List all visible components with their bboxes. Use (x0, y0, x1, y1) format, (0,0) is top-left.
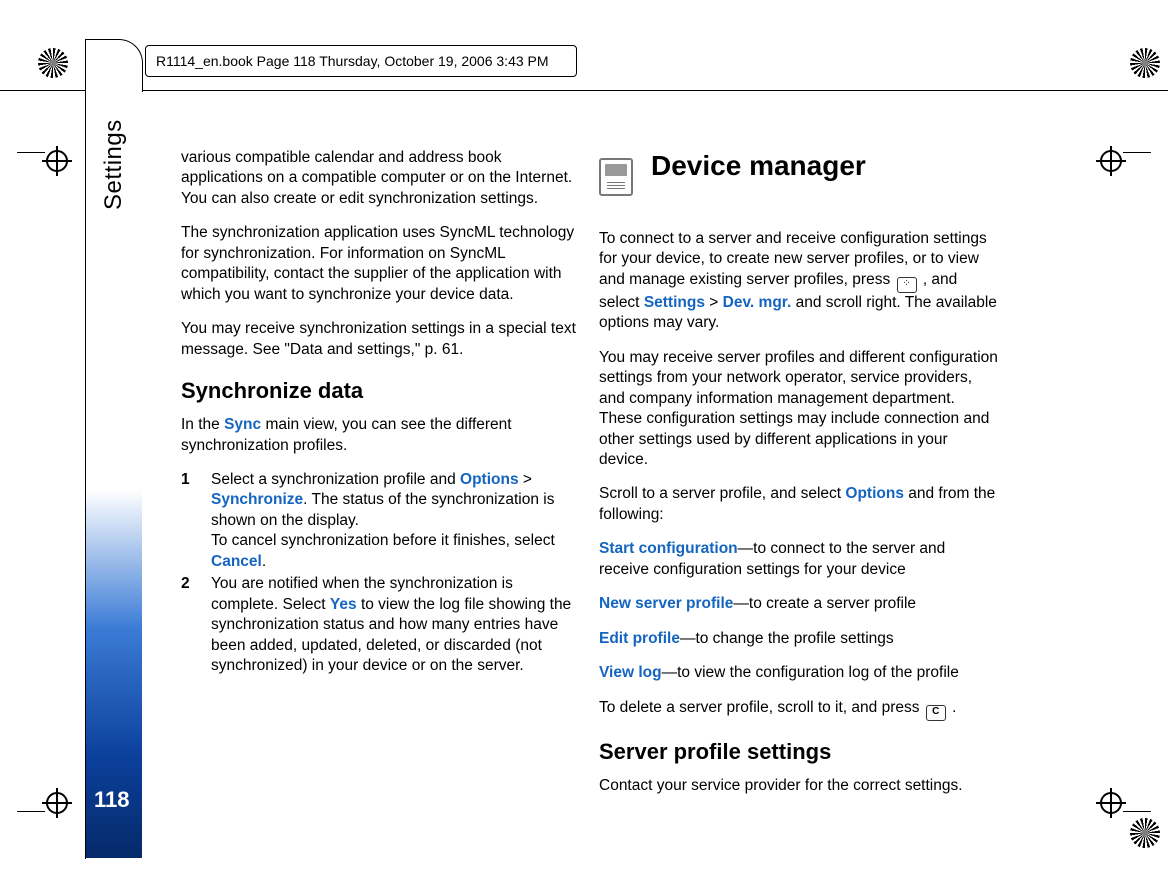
crop-sun-icon (38, 48, 68, 78)
text: Scroll to a server profile, and select (599, 485, 845, 502)
step-2: 2 You are notified when the synchronizat… (181, 574, 576, 676)
ui-term-view-log: View log (599, 664, 662, 681)
c-key-icon: C (926, 705, 946, 721)
ui-term-options: Options (460, 471, 519, 488)
section-label: Settings (100, 119, 128, 210)
heading-device-manager: Device manager (651, 148, 866, 185)
paragraph: To delete a server profile, scroll to it… (599, 698, 999, 721)
option-view-log: View log—to view the configuration log o… (599, 663, 999, 683)
ui-term-synchronize: Synchronize (211, 491, 303, 508)
crop-tick (17, 152, 45, 153)
paragraph: You may receive synchronization settings… (181, 319, 576, 360)
text: . (262, 553, 266, 570)
option-start-configuration: Start configuration—to connect to the se… (599, 539, 999, 580)
crop-sun-icon (1130, 818, 1160, 848)
text: . (948, 699, 957, 716)
text: In the (181, 416, 224, 433)
step-number: 1 (181, 470, 199, 572)
ui-term-options: Options (845, 485, 904, 502)
crop-tick (1123, 811, 1151, 812)
crop-register-icon (46, 792, 68, 814)
left-column: various compatible calendar and address … (181, 148, 576, 691)
step-body: Select a synchronization profile and Opt… (211, 470, 576, 572)
paragraph: Contact your service provider for the co… (599, 776, 999, 796)
option-edit-profile: Edit profile—to change the profile setti… (599, 629, 999, 649)
ui-term-new-server-profile: New server profile (599, 595, 733, 612)
crop-tick (17, 811, 45, 812)
paragraph: various compatible calendar and address … (181, 148, 576, 209)
step-number: 2 (181, 574, 199, 676)
page-number: 118 (94, 787, 130, 813)
ui-term-settings: Settings (644, 294, 705, 311)
page-header-info: R1114_en.book Page 118 Thursday, October… (145, 45, 577, 77)
device-manager-heading-row: Device manager (599, 148, 999, 207)
right-column: Device manager To connect to a server an… (599, 148, 999, 810)
header-text: R1114_en.book Page 118 Thursday, October… (156, 53, 549, 69)
crop-line-top (0, 90, 1168, 91)
device-manager-icon (599, 158, 633, 196)
side-tab-border (85, 39, 143, 92)
paragraph: In the Sync main view, you can see the d… (181, 415, 576, 456)
ui-term-cancel: Cancel (211, 553, 262, 570)
side-tab-border-left (85, 39, 86, 859)
crop-register-icon (1100, 792, 1122, 814)
text: —to view the configuration log of the pr… (662, 664, 959, 681)
crop-tick (1123, 152, 1151, 153)
paragraph: You may receive server profiles and diff… (599, 348, 999, 471)
ui-term-start-configuration: Start configuration (599, 540, 738, 557)
text: —to create a server profile (733, 595, 916, 612)
text: To cancel synchronization before it fini… (211, 532, 555, 549)
steps-list: 1 Select a synchronization profile and O… (181, 470, 576, 677)
text: —to change the profile settings (680, 630, 894, 647)
step-1: 1 Select a synchronization profile and O… (181, 470, 576, 572)
option-new-server-profile: New server profile—to create a server pr… (599, 594, 999, 614)
crop-register-icon (1100, 150, 1122, 172)
ui-term-edit-profile: Edit profile (599, 630, 680, 647)
ui-term-dev-mgr: Dev. mgr. (723, 294, 792, 311)
text: > (705, 294, 723, 311)
ui-term-yes: Yes (330, 596, 357, 613)
crop-sun-icon (1130, 48, 1160, 78)
crop-register-icon (46, 150, 68, 172)
text: Select a synchronization profile and (211, 471, 460, 488)
heading-server-profile-settings: Server profile settings (599, 737, 999, 766)
paragraph: Scroll to a server profile, and select O… (599, 484, 999, 525)
manual-page: R1114_en.book Page 118 Thursday, October… (0, 0, 1168, 896)
paragraph: The synchronization application uses Syn… (181, 223, 576, 305)
step-body: You are notified when the synchronizatio… (211, 574, 576, 676)
menu-key-icon: ⁘ (897, 277, 917, 293)
text: > (519, 471, 532, 488)
text: To delete a server profile, scroll to it… (599, 699, 924, 716)
ui-term-sync: Sync (224, 416, 261, 433)
paragraph: To connect to a server and receive confi… (599, 229, 999, 334)
heading-synchronize-data: Synchronize data (181, 376, 576, 405)
